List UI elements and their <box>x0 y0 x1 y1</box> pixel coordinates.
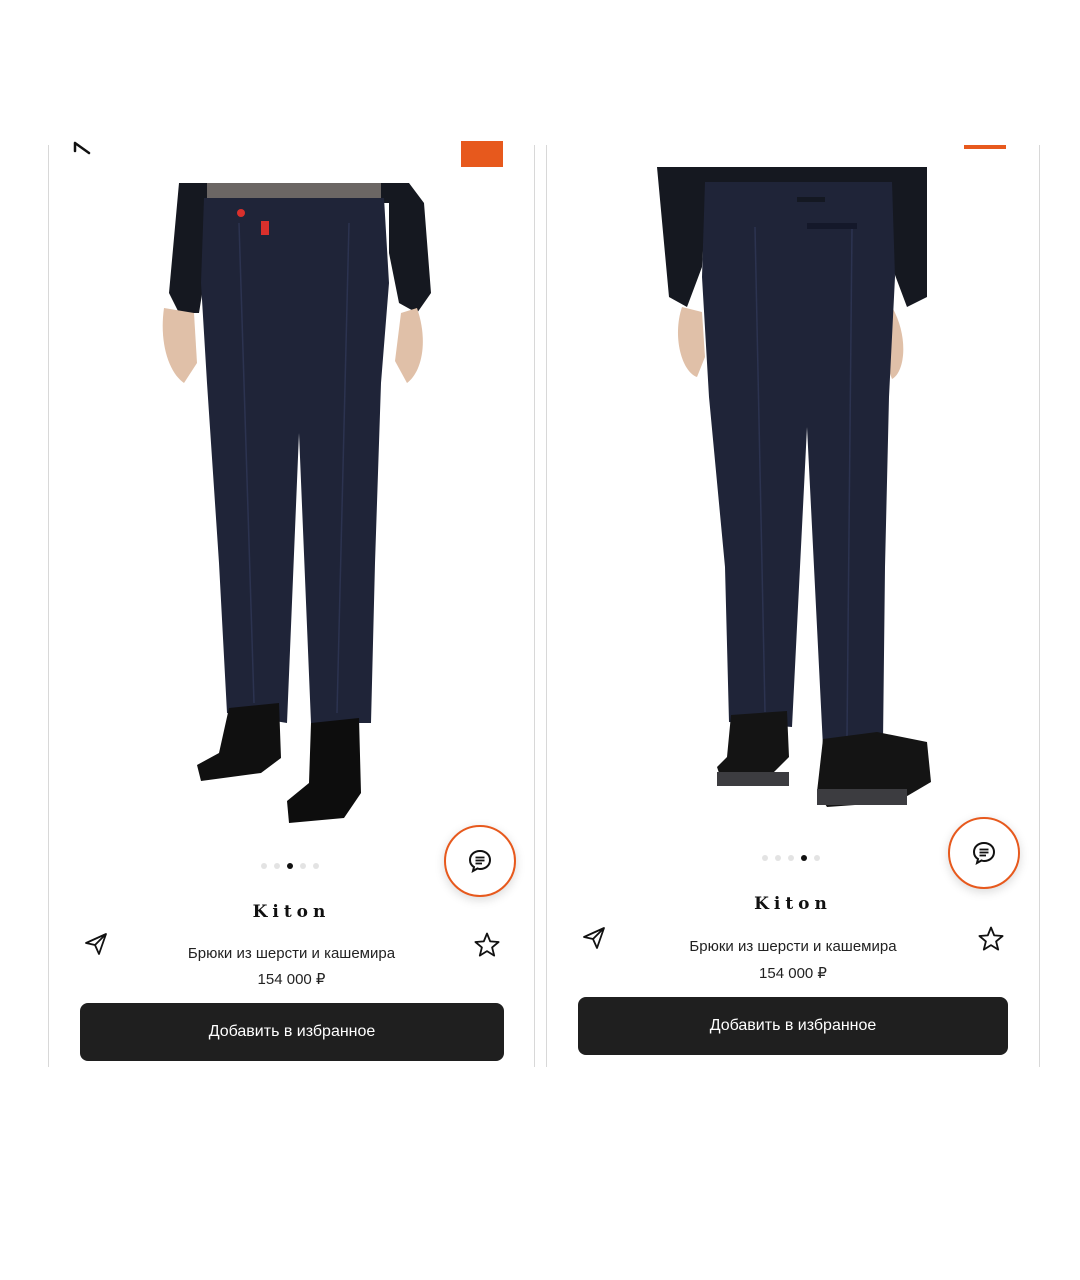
product-price: 154 000 ₽ <box>257 971 326 988</box>
product-photo[interactable] <box>149 183 449 843</box>
gallery-dot-active[interactable] <box>801 855 807 861</box>
chat-icon <box>972 841 996 865</box>
add-to-favorites-button[interactable]: Добавить в избранное <box>80 1003 504 1061</box>
gallery-dot[interactable] <box>300 863 306 869</box>
product-title: Брюки из шерсти и кашемира <box>187 945 396 962</box>
product-title: Брюки из шерсти и кашемира <box>689 938 897 955</box>
brand-logo[interactable]: Kiton <box>547 894 1039 914</box>
gallery-dot[interactable] <box>775 855 781 861</box>
chat-icon <box>468 849 492 873</box>
gallery-dot-active[interactable] <box>287 863 293 869</box>
chat-button[interactable] <box>444 825 516 897</box>
gallery-dot[interactable] <box>313 863 319 869</box>
gallery-dot[interactable] <box>274 863 280 869</box>
product-price: 154 000 ₽ <box>759 965 827 982</box>
gallery-dot[interactable] <box>814 855 820 861</box>
gallery-pagination[interactable] <box>261 863 319 869</box>
store-logo-badge <box>461 141 503 167</box>
product-screen-back: Kiton Брюки из шерсти и кашемира 154 000… <box>546 145 1040 1067</box>
gallery-pagination[interactable] <box>762 855 820 861</box>
gallery-dot[interactable] <box>788 855 794 861</box>
gallery-dot[interactable] <box>261 863 267 869</box>
chat-button[interactable] <box>948 817 1020 889</box>
brand-logo[interactable]: Kiton <box>49 902 534 922</box>
product-screen-front: Kiton Брюки из шерсти и кашемира 154 000… <box>48 141 535 1067</box>
gallery-dot[interactable] <box>762 855 768 861</box>
back-arrow-icon[interactable] <box>71 137 95 159</box>
store-logo-badge <box>964 145 1006 149</box>
product-photo[interactable] <box>647 167 947 822</box>
add-to-favorites-button[interactable]: Добавить в избранное <box>578 997 1008 1055</box>
